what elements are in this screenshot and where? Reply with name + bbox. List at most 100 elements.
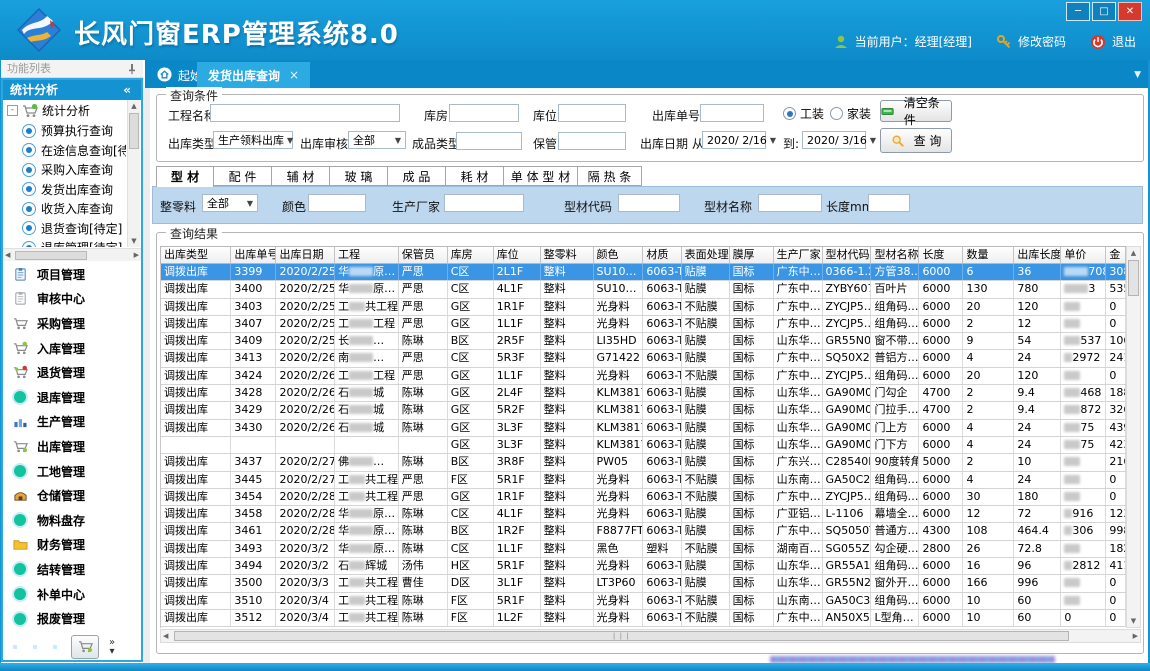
warehouse-input[interactable] xyxy=(449,104,519,122)
scroll-right-icon[interactable]: ▶ xyxy=(1133,630,1138,643)
length-input[interactable] xyxy=(868,194,910,212)
project-name-input[interactable] xyxy=(210,104,400,122)
table-row[interactable]: 调拨出库35102020/3/4工共工程陈琳F区5R1F整料光身料6063-T5… xyxy=(161,593,1126,610)
logout-link[interactable]: 退出 xyxy=(1112,33,1136,50)
cart-quick-button[interactable] xyxy=(71,635,99,659)
sidebar-menu-item[interactable]: 退货管理 xyxy=(3,360,141,385)
material-tab[interactable]: 隔 热 条 xyxy=(578,166,642,186)
scroll-up-icon[interactable]: ▲ xyxy=(1127,247,1140,259)
audit-select[interactable]: 全部▼ xyxy=(348,131,406,149)
tab-overflow-caret-icon[interactable]: ▼ xyxy=(1134,70,1141,80)
date-from-picker[interactable]: 2020/ 2/16▼ xyxy=(702,131,766,149)
sidebar-menu-item[interactable]: 审核中心 xyxy=(3,287,141,312)
sidebar-menu-item[interactable]: 仓储管理 xyxy=(3,483,141,508)
minimize-button[interactable]: ─ xyxy=(1066,2,1090,21)
tree-root-node[interactable]: - 统计分析 xyxy=(3,100,126,121)
scroll-down-icon[interactable]: ▼ xyxy=(128,235,140,247)
tab-shipping-outbound-query[interactable]: 发货出库查询 × xyxy=(197,62,310,88)
sidebar-tree-item[interactable]: 退货查询[待定] xyxy=(3,219,126,239)
change-password-link[interactable]: 修改密码 xyxy=(1018,33,1066,50)
material-tab[interactable]: 玻 璃 xyxy=(330,166,388,186)
color-input[interactable] xyxy=(308,194,366,212)
table-row[interactable]: 调拨出库35002020/3/3工共工程曹佳D区3L1F整料LT3P606063… xyxy=(161,575,1126,592)
column-header[interactable]: 型材代码 xyxy=(823,247,872,263)
sidebar-menu-item[interactable]: 入库管理 xyxy=(3,336,141,361)
sidebar-tree-item[interactable]: 预算执行查询 xyxy=(3,121,126,141)
column-header[interactable]: 单价 xyxy=(1061,247,1106,263)
tree-hscroll-thumb[interactable] xyxy=(15,251,87,260)
radio-jiazhuang[interactable]: 家装 xyxy=(830,105,871,122)
sidebar-menu-item[interactable]: 采购管理 xyxy=(3,311,141,336)
column-header[interactable]: 材质 xyxy=(643,247,681,263)
table-row[interactable]: 调拨出库34292020/2/26石城陈琳G区5R2F整料KLM38176063… xyxy=(161,402,1126,419)
table-row[interactable]: 调拨出库34242020/2/26工工程严思G区1L1F整料光身料6063-T5… xyxy=(161,368,1126,385)
sidebar-tree-item[interactable]: 发货出库查询 xyxy=(3,180,126,200)
sidebar-menu-item[interactable]: 生产管理 xyxy=(3,410,141,435)
table-row[interactable]: 调拨出库34542020/2/28工共工程严思G区1R1F整料光身料6063-T… xyxy=(161,489,1126,506)
panel-splitter[interactable] xyxy=(143,88,150,663)
table-row[interactable]: 调拨出库34582020/2/28华原…陈琳C区4L1F整料光身料6063-T5… xyxy=(161,506,1126,523)
whole-part-select[interactable]: 全部▼ xyxy=(202,194,258,212)
column-header[interactable]: 金 xyxy=(1106,247,1126,263)
sidebar-menu-item[interactable]: 退库管理 xyxy=(3,385,141,410)
column-header[interactable]: 长度 xyxy=(919,247,963,263)
table-row[interactable]: 调拨出库33992020/2/25华原…严思C区2L1F整料SU10…6063-… xyxy=(161,264,1126,281)
table-row[interactable]: 调拨出库34002020/2/25华原…严思C区4L1F整料SU10…6063-… xyxy=(161,281,1126,298)
profile-code-input[interactable] xyxy=(618,194,680,212)
column-header[interactable]: 库房 xyxy=(448,247,494,263)
table-row[interactable]: G区3L3F整料KLM38176063-T5贴膜国标山东华…GA90M09.门下… xyxy=(161,437,1126,454)
order-no-input[interactable] xyxy=(700,104,764,122)
table-row[interactable]: 调拨出库34452020/2/27工共工程严思F区5R1F整料光身料6063-T… xyxy=(161,472,1126,489)
product-type-input[interactable] xyxy=(456,132,522,150)
table-row[interactable]: 调拨出库34092020/2/25长…陈琳B区2R5F整料LI35HD6063-… xyxy=(161,333,1126,350)
column-header[interactable]: 整零料 xyxy=(541,247,594,263)
tab-close-icon[interactable]: × xyxy=(289,68,299,82)
table-row[interactable]: 调拨出库34132020/2/26南…严思C区5R3F整料G714226063-… xyxy=(161,350,1126,367)
column-header[interactable]: 库位 xyxy=(494,247,541,263)
material-tab[interactable]: 单 体 型 材 xyxy=(504,166,578,186)
date-to-picker[interactable]: 2020/ 3/16▼ xyxy=(802,131,866,149)
tree-expander-icon[interactable]: - xyxy=(7,105,18,116)
clear-conditions-button[interactable]: 清空条件 xyxy=(880,100,952,122)
maximize-button[interactable]: □ xyxy=(1092,2,1116,21)
sidebar-overflow-button[interactable]: »▾ xyxy=(109,638,115,656)
table-row[interactable]: 调拨出库34302020/2/26石城陈琳G区3L3F整料KLM38176063… xyxy=(161,420,1126,437)
close-button[interactable]: ✕ xyxy=(1118,2,1142,21)
sidebar-menu-item[interactable]: 财务管理 xyxy=(3,533,141,558)
column-header[interactable]: 型材名称 xyxy=(871,247,919,263)
sidebar-menu-item[interactable]: 结转管理 xyxy=(3,557,141,582)
sidebar-tree-item[interactable]: 退库管理[待定] xyxy=(3,238,126,247)
scroll-left-icon[interactable]: ◀ xyxy=(5,249,10,262)
table-vertical-scrollbar[interactable]: ▲ ▼ xyxy=(1126,246,1141,628)
table-row[interactable]: 调拨出库34932020/3/2华原…陈琳C区1L1F整料黑色塑料不贴膜国标湖南… xyxy=(161,541,1126,558)
table-row[interactable]: 调拨出库34072020/2/25工工程严思G区1L1F整料光身料6063-T5… xyxy=(161,316,1126,333)
tree-vertical-scrollbar[interactable]: ▲ ▼ xyxy=(127,100,140,247)
scroll-right-icon[interactable]: ▶ xyxy=(134,249,139,262)
sidebar-menu-item[interactable]: 项目管理 xyxy=(3,262,141,287)
table-row[interactable]: 调拨出库35122020/3/4工共工程陈琳F区1L2F整料光身料6063-T5… xyxy=(161,610,1126,627)
table-row[interactable]: 调拨出库34282020/2/26石城陈琳G区2L4F整料KLM38176063… xyxy=(161,385,1126,402)
radio-gongzhuang[interactable]: 工装 xyxy=(783,105,824,122)
sidebar-menu-item[interactable]: 工地管理 xyxy=(3,459,141,484)
column-header[interactable]: 工程 xyxy=(335,247,399,263)
column-header[interactable]: 数量 xyxy=(963,247,1014,263)
sidebar-tree-item[interactable]: 收货入库查询 xyxy=(3,199,126,219)
table-horizontal-scrollbar[interactable]: ◀ ❘❘❘ ▶ xyxy=(160,629,1141,643)
location-input[interactable] xyxy=(558,104,626,122)
tree-horizontal-scrollbar[interactable]: ◀ ▶ xyxy=(3,248,141,261)
sidebar-section-header[interactable]: 统计分析 « xyxy=(3,80,141,100)
column-header[interactable]: 出库单号 xyxy=(231,247,276,263)
collapse-icon[interactable]: « xyxy=(123,80,131,100)
sidebar-tree-item[interactable]: 采购入库查询 xyxy=(3,160,126,180)
out-type-select[interactable]: 生产领料出库▼ xyxy=(213,131,293,149)
table-row[interactable]: 调拨出库34942020/3/2石辉城汤伟H区5R1F整料光身料6063-T5贴… xyxy=(161,558,1126,575)
scroll-up-icon[interactable]: ▲ xyxy=(128,100,140,112)
manufacturer-input[interactable] xyxy=(444,194,524,212)
column-header[interactable]: 出库类型 xyxy=(161,247,231,263)
material-tab[interactable]: 型 材 xyxy=(156,166,214,187)
table-row[interactable]: 调拨出库34372020/2/27佛…陈琳B区3R8F整料PW056063-T5… xyxy=(161,454,1126,471)
column-header[interactable]: 出库日期 xyxy=(276,247,335,263)
table-vscroll-thumb[interactable] xyxy=(1128,260,1139,296)
column-header[interactable]: 颜色 xyxy=(594,247,644,263)
table-hscroll-thumb[interactable]: ❘❘❘ xyxy=(174,631,1069,641)
